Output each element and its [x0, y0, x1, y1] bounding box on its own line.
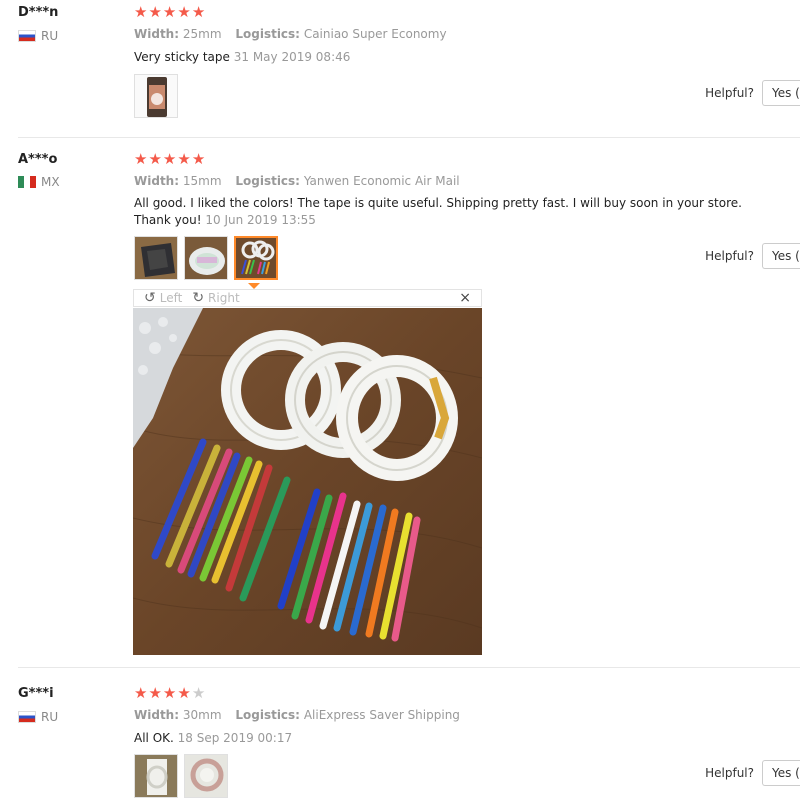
- logistics-value: Cainiao Super Economy: [303, 27, 447, 41]
- logistics-label: Logistics:: [235, 708, 300, 722]
- reviewer-name: A***o: [18, 152, 58, 167]
- width-value: 30mm: [182, 708, 222, 722]
- helpful-section: Helpful? Yes (0: [705, 760, 800, 786]
- country-code: RU: [41, 29, 59, 43]
- star-filled-icon: ★: [162, 3, 178, 21]
- reviewer-name: G***i: [18, 686, 54, 701]
- logistics-label: Logistics:: [235, 27, 300, 41]
- star-rating: ★★★★★: [134, 686, 206, 701]
- logistics-value: Yanwen Economic Air Mail: [303, 174, 460, 188]
- reviewer-name: D***n: [18, 5, 59, 20]
- star-filled-icon: ★: [177, 3, 192, 21]
- helpful-label: Helpful?: [705, 249, 754, 263]
- star-empty-icon: ★: [191, 684, 207, 702]
- review-date: 18 Sep 2019 00:17: [177, 731, 293, 745]
- review-attributes: Width: 30mm Logistics: AliExpress Saver …: [134, 708, 460, 722]
- mexico-flag-icon: [18, 176, 36, 188]
- review-photo-thumbnail[interactable]: [184, 754, 228, 798]
- country-code: MX: [41, 175, 60, 189]
- star-filled-icon: ★: [191, 3, 207, 21]
- rotate-right-button[interactable]: ↻ Right: [192, 290, 239, 306]
- width-value: 25mm: [182, 27, 222, 41]
- russia-flag-icon: [18, 711, 36, 723]
- star-filled-icon: ★: [134, 684, 149, 702]
- review-photo-thumbnail-selected[interactable]: [234, 236, 278, 280]
- review-divider: [18, 667, 800, 668]
- reviewer-country: MX: [18, 175, 60, 189]
- review-content: All good. I liked the colors! The tape i…: [134, 195, 774, 229]
- review-text: All OK.: [134, 731, 174, 745]
- photo-viewer-toolbar: ↺ Left ↻ Right ×: [133, 289, 482, 307]
- close-icon[interactable]: ×: [459, 290, 471, 306]
- star-rating: ★★★★★: [134, 152, 206, 167]
- review-divider: [18, 137, 800, 138]
- photo-content: [132, 308, 483, 655]
- width-value: 15mm: [182, 174, 222, 188]
- helpful-label: Helpful?: [705, 86, 754, 100]
- logistics-label: Logistics:: [235, 174, 300, 188]
- star-filled-icon: ★: [177, 150, 192, 168]
- width-label: Width:: [134, 174, 180, 188]
- star-filled-icon: ★: [177, 684, 192, 702]
- helpful-label: Helpful?: [705, 766, 754, 780]
- logistics-value: AliExpress Saver Shipping: [303, 708, 460, 722]
- star-filled-icon: ★: [191, 150, 207, 168]
- star-filled-icon: ★: [148, 3, 163, 21]
- review-attributes: Width: 15mm Logistics: Yanwen Economic A…: [134, 174, 460, 188]
- rotate-left-icon: ↺: [144, 290, 156, 306]
- review-photos: [134, 754, 228, 798]
- helpful-yes-button[interactable]: Yes (0: [762, 80, 800, 106]
- review-photo-thumbnail[interactable]: [134, 74, 178, 118]
- review-photo-thumbnail[interactable]: [184, 236, 228, 280]
- country-code: RU: [41, 710, 59, 724]
- rotate-right-icon: ↻: [192, 290, 205, 306]
- enlarged-review-photo: [132, 308, 483, 655]
- russia-flag-icon: [18, 30, 36, 42]
- review-photo-thumbnail[interactable]: [134, 754, 178, 798]
- rotate-right-label: Right: [208, 291, 240, 305]
- star-filled-icon: ★: [134, 3, 149, 21]
- review-text: Very sticky tape: [134, 50, 230, 64]
- rotate-left-button[interactable]: ↺ Left: [144, 290, 182, 306]
- review-date: 31 May 2019 08:46: [233, 50, 351, 64]
- review-item: D***n RU ★★★★★ Width: 25mm Logistics: Ca…: [18, 5, 800, 125]
- review-attributes: Width: 25mm Logistics: Cainiao Super Eco…: [134, 27, 447, 41]
- helpful-yes-button[interactable]: Yes (1: [762, 243, 800, 269]
- star-filled-icon: ★: [162, 684, 178, 702]
- review-item: A***o MX ★★★★★ Width: 15mm Logistics: Ya…: [18, 152, 800, 287]
- star-filled-icon: ★: [148, 684, 163, 702]
- rotate-left-label: Left: [159, 291, 183, 305]
- review-photo-thumbnail[interactable]: [134, 236, 178, 280]
- review-photos: [134, 74, 178, 118]
- reviewer-country: RU: [18, 710, 58, 724]
- helpful-yes-button[interactable]: Yes (0: [762, 760, 800, 786]
- width-label: Width:: [134, 27, 180, 41]
- photo-viewer: ↺ Left ↻ Right ×: [132, 289, 483, 655]
- star-filled-icon: ★: [148, 150, 163, 168]
- star-rating: ★★★★★: [134, 5, 206, 20]
- star-filled-icon: ★: [134, 150, 149, 168]
- helpful-section: Helpful? Yes (0: [705, 80, 800, 106]
- helpful-section: Helpful? Yes (1: [705, 243, 800, 269]
- reviewer-country: RU: [18, 29, 58, 43]
- review-content: Very sticky tape 31 May 2019 08:46: [134, 49, 774, 66]
- review-item: G***i RU ★★★★★ Width: 30mm Logistics: Al…: [18, 686, 800, 800]
- review-date: 10 Jun 2019 13:55: [205, 213, 316, 227]
- review-photos: [134, 236, 278, 280]
- review-content: All OK. 18 Sep 2019 00:17: [134, 730, 774, 747]
- star-filled-icon: ★: [162, 150, 178, 168]
- width-label: Width:: [134, 708, 180, 722]
